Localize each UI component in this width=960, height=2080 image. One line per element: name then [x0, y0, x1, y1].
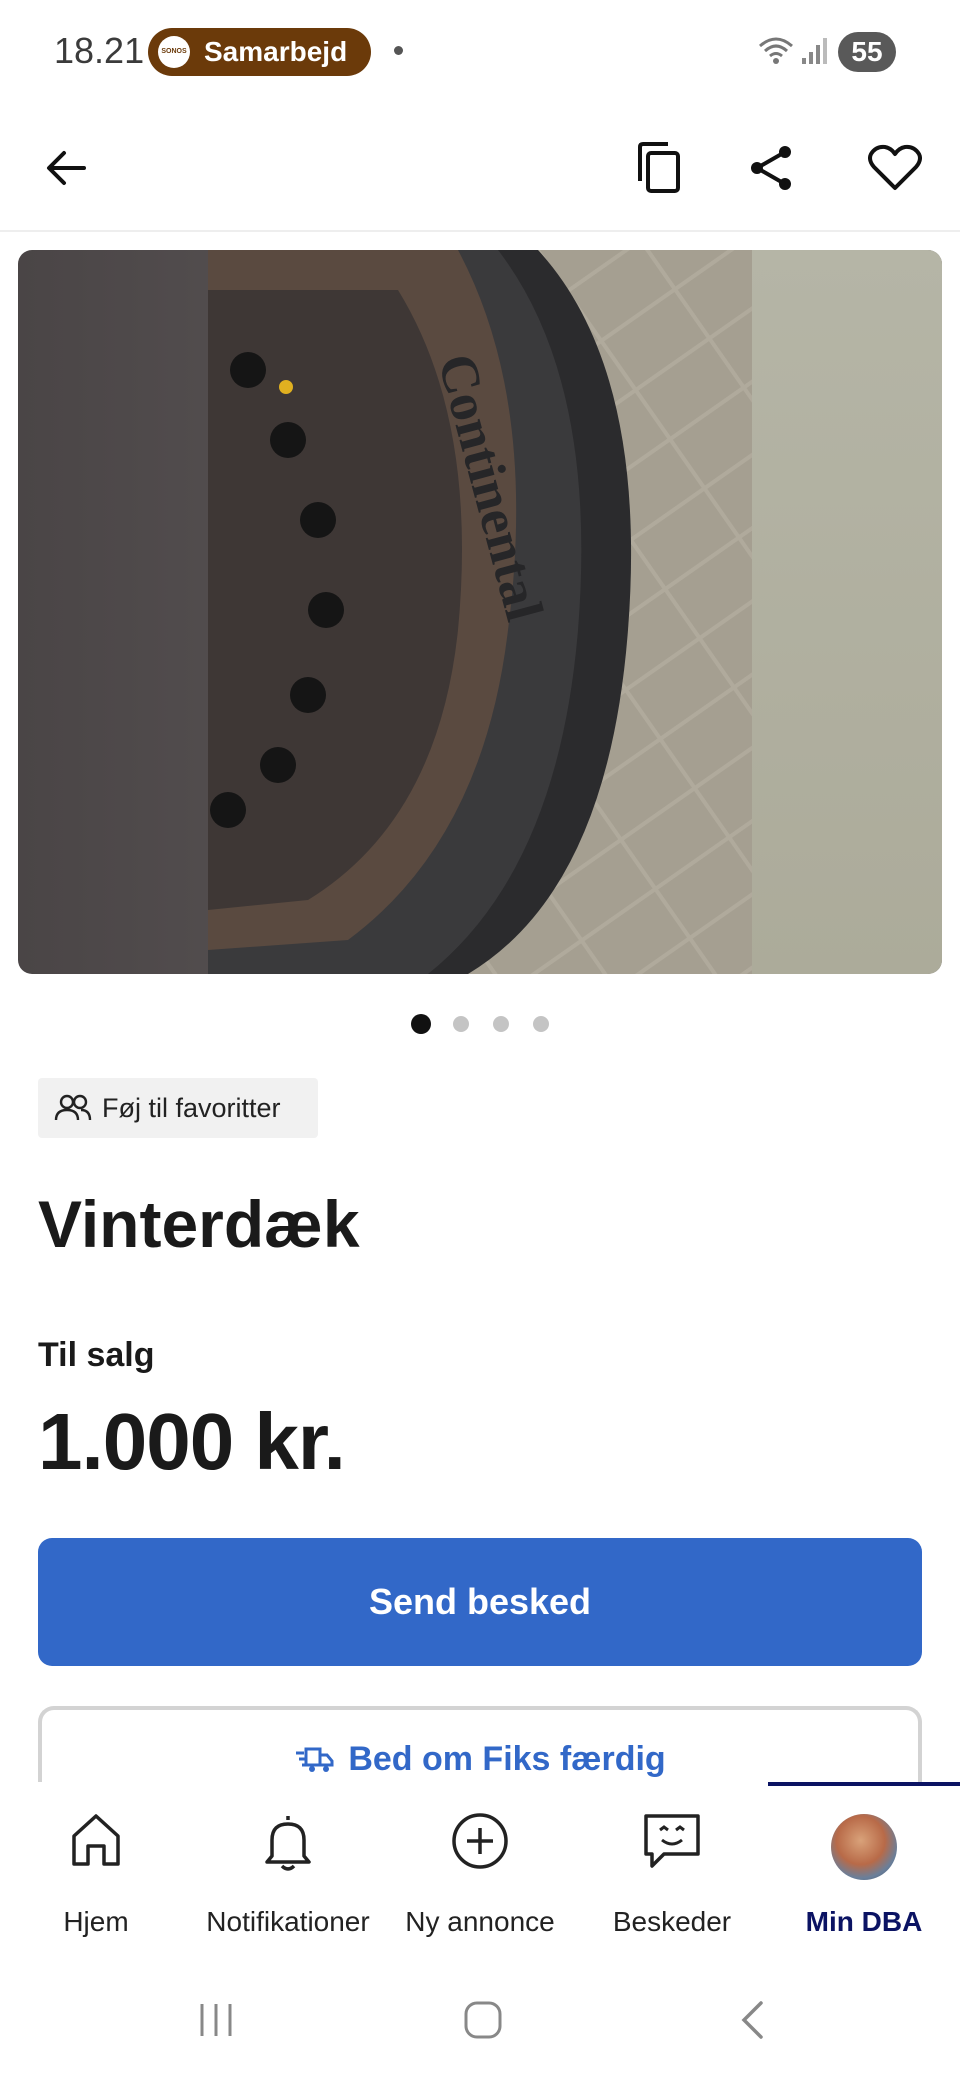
listing-price: 1.000 kr.	[38, 1397, 346, 1486]
back-arrow-icon[interactable]	[26, 128, 106, 208]
nav-label-new-listing: Ny annonce	[405, 1906, 555, 1937]
send-message-label: Send besked	[368, 1581, 592, 1622]
nav-label-notifications: Notifikationer	[206, 1906, 370, 1937]
system-back-icon[interactable]	[712, 1990, 792, 2050]
fiks-request-button[interactable]: Bed om Fiks færdig	[38, 1706, 922, 1786]
notification-pill[interactable]: SONOS Samarbejd	[148, 28, 372, 76]
nav-item-new-listing[interactable]: Ny annonce	[384, 1782, 576, 1968]
avatar	[831, 1814, 897, 1880]
chat-icon	[644, 1814, 700, 1868]
nav-item-my-dba[interactable]: Min DBA	[768, 1782, 960, 1968]
delivery-truck-icon	[296, 1747, 334, 1772]
status-time: 18.21	[54, 30, 145, 71]
nav-label-home: Hjem	[63, 1906, 129, 1937]
fiks-label: Bed om Fiks færdig	[348, 1740, 666, 1778]
plus-circle-icon	[452, 1813, 508, 1869]
nav-item-messages[interactable]: Beskeder	[576, 1782, 768, 1968]
pager-dot[interactable]	[453, 1016, 469, 1032]
nav-label-my-dba: Min DBA	[805, 1906, 923, 1937]
share-icon[interactable]	[731, 128, 811, 208]
recent-apps-icon[interactable]	[176, 1990, 256, 2050]
nav-item-home[interactable]: Hjem	[0, 1782, 192, 1968]
sale-type-label: Til salg	[38, 1336, 155, 1374]
pager-dot[interactable]	[493, 1016, 509, 1032]
gallery-pager	[0, 1014, 960, 1036]
add-to-favorites-chip[interactable]: Føj til favoritter	[38, 1078, 318, 1138]
users-icon	[54, 1094, 92, 1121]
heart-icon[interactable]	[855, 128, 935, 208]
bottom-navigation: Hjem Notifikationer Ny annonce Beskeder …	[0, 1782, 960, 1968]
notification-app-name: Samarbejd	[204, 36, 348, 67]
tire-illustration: Continental	[208, 250, 752, 974]
pager-dot-active[interactable]	[411, 1014, 431, 1034]
pager-dot[interactable]	[533, 1016, 549, 1032]
nav-item-notifications[interactable]: Notifikationer	[192, 1782, 384, 1968]
system-navigation-bar	[0, 1968, 960, 2080]
image-gallery[interactable]: Continental	[18, 250, 942, 974]
status-bar: 18.21 SONOS Samarbejd 55	[0, 0, 960, 104]
wifi-icon	[759, 37, 793, 64]
home-icon	[72, 1814, 120, 1866]
listing-title: Vinterdæk	[38, 1187, 360, 1261]
top-app-bar	[0, 104, 960, 232]
sonos-logo-icon: SONOS	[158, 36, 190, 68]
notification-dot-icon	[394, 46, 403, 55]
listing-photo[interactable]: Continental	[208, 250, 752, 974]
favorite-chip-label: Føj til favoritter	[102, 1092, 281, 1123]
send-message-button[interactable]: Send besked	[38, 1538, 922, 1666]
signal-icon	[802, 38, 827, 64]
home-button-icon[interactable]	[443, 1990, 523, 2050]
gallery-side-blur	[752, 250, 942, 974]
battery-indicator: 55	[838, 32, 896, 72]
nav-label-messages: Beskeder	[612, 1906, 732, 1937]
copy-icon[interactable]	[620, 128, 700, 208]
bell-icon	[265, 1816, 311, 1871]
